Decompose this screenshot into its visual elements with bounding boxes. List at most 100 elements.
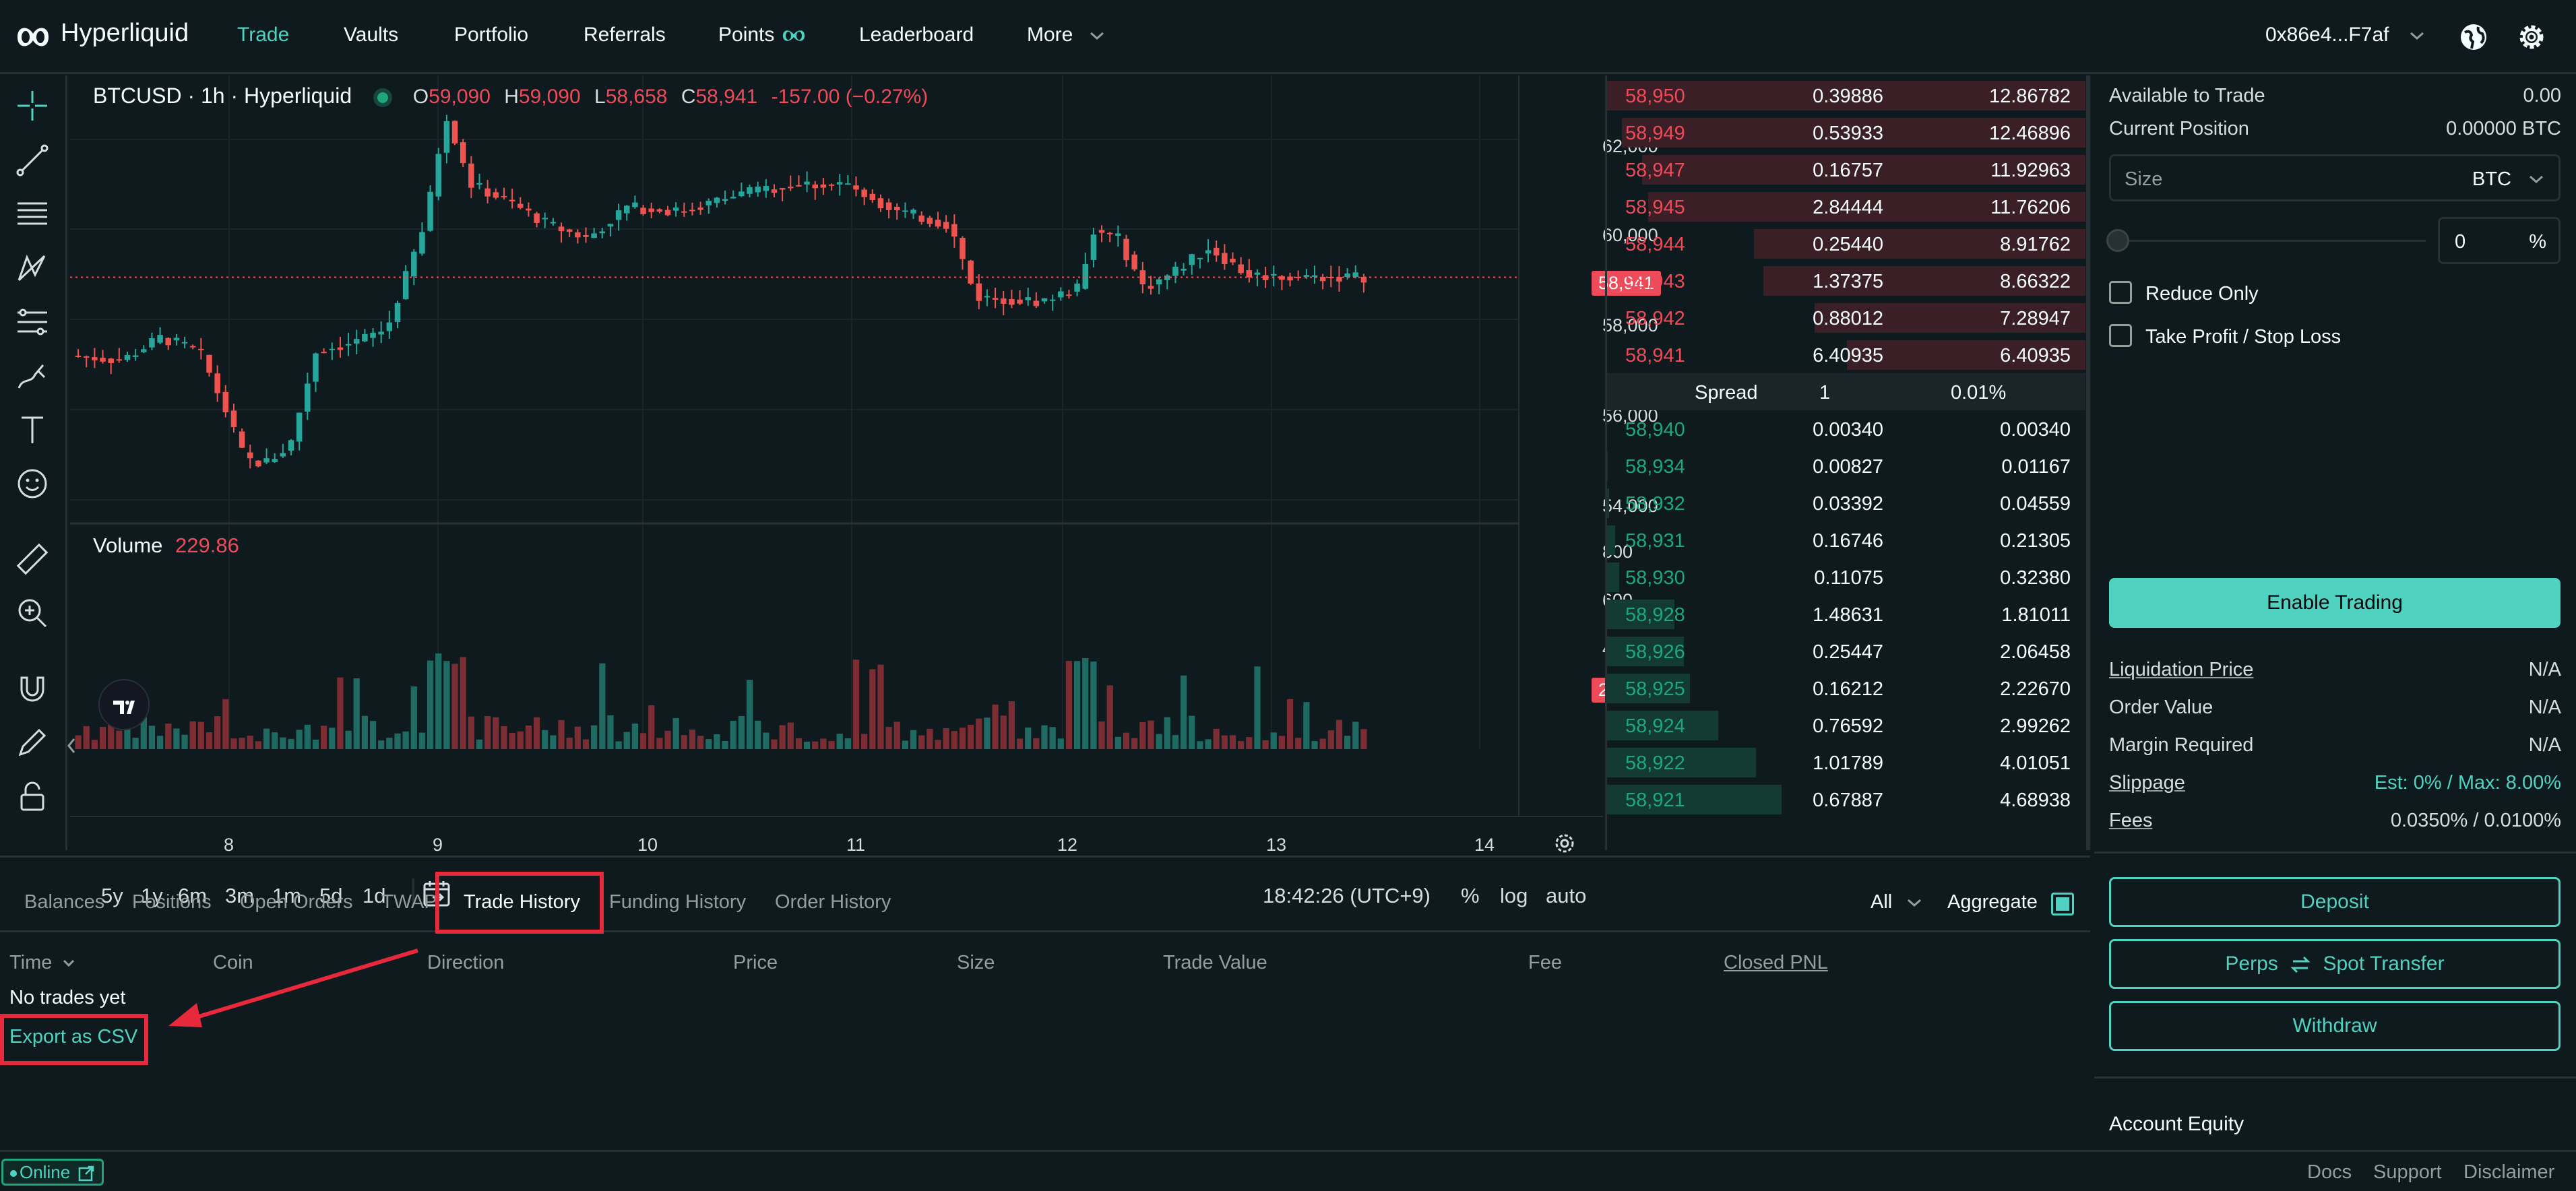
ask-row[interactable]: 58,943 1.37375 8.66322 bbox=[1607, 262, 2085, 299]
bid-row[interactable]: 58,924 0.76592 2.99262 bbox=[1607, 707, 2085, 744]
column-size: Size bbox=[957, 952, 995, 973]
prediction-tool[interactable] bbox=[13, 303, 51, 341]
hyperliquid-logo-icon[interactable] bbox=[15, 20, 51, 54]
tab-order-history[interactable]: Order History bbox=[775, 891, 891, 913]
tpsl-checkbox[interactable] bbox=[2109, 324, 2132, 347]
perps-spot-transfer-button[interactable]: Perps Spot Transfer bbox=[2109, 939, 2561, 989]
trend-line-tool[interactable] bbox=[13, 141, 51, 179]
ask-price: 58,941 bbox=[1625, 345, 1685, 366]
gear-icon[interactable] bbox=[2515, 20, 2548, 54]
size-unit-selector[interactable]: BTC bbox=[2472, 168, 2511, 191]
size-slider[interactable] bbox=[2106, 229, 2426, 252]
draw-mode-tool[interactable] bbox=[13, 723, 51, 761]
liquidation-price-label[interactable]: Liquidation Price bbox=[2109, 659, 2253, 680]
fib-tool[interactable] bbox=[13, 195, 51, 233]
ask-row[interactable]: 58,945 2.84444 11.76206 bbox=[1607, 188, 2085, 225]
reduce-only-checkbox[interactable] bbox=[2109, 281, 2132, 304]
nav-leaderboard[interactable]: Leaderboard bbox=[859, 24, 974, 46]
ask-row[interactable]: 58,950 0.39886 12.86782 bbox=[1607, 77, 2085, 114]
candle-body bbox=[910, 210, 916, 214]
volume-bar bbox=[116, 730, 123, 749]
fees-label[interactable]: Fees bbox=[2109, 810, 2152, 831]
wallet-address-button[interactable]: 0x86e4...F7af bbox=[2265, 24, 2426, 46]
column-time[interactable]: Time bbox=[9, 952, 76, 974]
chevron-down-icon bbox=[1090, 32, 1104, 40]
nav-points[interactable]: Points bbox=[718, 24, 807, 46]
external-link-icon bbox=[79, 1165, 94, 1182]
globe-icon[interactable] bbox=[2458, 22, 2489, 53]
candlestick-chart[interactable] bbox=[70, 75, 1603, 850]
volume-bar bbox=[926, 728, 933, 749]
reduce-only-label[interactable]: Reduce Only bbox=[2145, 283, 2259, 305]
brush-tool[interactable] bbox=[13, 357, 51, 395]
percent-input[interactable]: 0 % bbox=[2438, 217, 2561, 264]
size-input[interactable]: Size BTC bbox=[2109, 154, 2561, 201]
connection-status-badge[interactable]: Online bbox=[1, 1159, 104, 1186]
candle-body bbox=[648, 208, 654, 212]
emoji-tool[interactable] bbox=[13, 465, 51, 503]
aggregate-checkbox[interactable] bbox=[2051, 893, 2074, 915]
footer-disclaimer-link[interactable]: Disclaimer bbox=[2463, 1161, 2554, 1184]
bid-row[interactable]: 58,934 0.00827 0.01167 bbox=[1607, 447, 2085, 484]
text-tool[interactable] bbox=[13, 411, 51, 449]
lock-tool[interactable] bbox=[13, 777, 51, 815]
bid-row[interactable]: 58,926 0.25447 2.06458 bbox=[1607, 633, 2085, 670]
withdraw-button[interactable]: Withdraw bbox=[2109, 1001, 2561, 1051]
chevron-down-icon bbox=[1908, 899, 1922, 907]
tab-twap[interactable]: TWAP bbox=[381, 891, 437, 913]
tab-balances[interactable]: Balances bbox=[24, 891, 104, 913]
column-closed-pnl[interactable]: Closed PNL bbox=[1724, 952, 1828, 974]
crosshair-tool[interactable] bbox=[13, 87, 51, 125]
nav-referrals[interactable]: Referrals bbox=[584, 24, 666, 46]
price-chart[interactable]: BTCUSD · 1h · Hyperliquid O59,090 H59,09… bbox=[70, 75, 1661, 907]
slippage-label[interactable]: Slippage bbox=[2109, 772, 2185, 794]
nav-trade[interactable]: Trade bbox=[237, 24, 289, 46]
magnet-tool[interactable] bbox=[13, 670, 51, 707]
ask-row[interactable]: 58,941 6.40935 6.40935 bbox=[1607, 336, 2085, 373]
volume-bar bbox=[599, 663, 606, 749]
bid-row[interactable]: 58,932 0.03392 0.04559 bbox=[1607, 484, 2085, 521]
footer-docs-link[interactable]: Docs bbox=[2307, 1161, 2352, 1184]
slippage-value[interactable]: Est: 0% / Max: 8.00% bbox=[2375, 772, 2561, 794]
nav-vaults[interactable]: Vaults bbox=[344, 24, 398, 46]
volume-bar bbox=[1057, 738, 1064, 749]
tab-open-orders[interactable]: Open Orders bbox=[240, 891, 353, 913]
volume-bar bbox=[410, 686, 417, 749]
bid-row[interactable]: 58,931 0.16746 0.21305 bbox=[1607, 521, 2085, 558]
ask-total: 8.66322 bbox=[2000, 271, 2071, 292]
bid-row[interactable]: 58,930 0.11075 0.32380 bbox=[1607, 558, 2085, 596]
ask-row[interactable]: 58,944 0.25440 8.91762 bbox=[1607, 225, 2085, 262]
volume-bar bbox=[681, 735, 687, 749]
candle-body bbox=[263, 458, 270, 463]
volume-bar bbox=[795, 738, 803, 749]
bid-row[interactable]: 58,928 1.48631 1.81011 bbox=[1607, 596, 2085, 633]
bid-row[interactable]: 58,940 0.00340 0.00340 bbox=[1607, 410, 2085, 447]
ask-row[interactable]: 58,942 0.88012 7.28947 bbox=[1607, 299, 2085, 336]
slider-handle[interactable] bbox=[2106, 229, 2129, 252]
candle-body bbox=[534, 213, 540, 223]
footer-support-link[interactable]: Support bbox=[2373, 1161, 2442, 1184]
ask-row[interactable]: 58,947 0.16757 11.92963 bbox=[1607, 151, 2085, 188]
ask-price: 58,944 bbox=[1625, 234, 1685, 255]
pattern-tool[interactable] bbox=[13, 249, 51, 287]
tradingview-logo-icon[interactable] bbox=[98, 679, 150, 730]
bid-row[interactable]: 58,922 1.01789 4.01051 bbox=[1607, 744, 2085, 781]
nav-portfolio[interactable]: Portfolio bbox=[454, 24, 528, 46]
zoom-tool[interactable] bbox=[13, 594, 51, 632]
tab-funding-history[interactable]: Funding History bbox=[609, 891, 746, 913]
ruler-tool[interactable] bbox=[13, 540, 51, 578]
bid-row[interactable]: 58,925 0.16212 2.22670 bbox=[1607, 670, 2085, 707]
aggregate-label[interactable]: Aggregate bbox=[1947, 891, 2038, 913]
filter-dropdown[interactable]: All bbox=[1871, 891, 1923, 913]
ask-row[interactable]: 58,949 0.53933 12.46896 bbox=[1607, 114, 2085, 151]
tab-positions[interactable]: Positions bbox=[132, 891, 212, 913]
tpsl-label[interactable]: Take Profit / Stop Loss bbox=[2145, 326, 2341, 348]
bid-row[interactable]: 58,921 0.67887 4.68938 bbox=[1607, 781, 2085, 818]
candle-body bbox=[558, 226, 565, 232]
candle-body bbox=[305, 383, 311, 412]
nav-more[interactable]: More bbox=[1027, 24, 1106, 46]
deposit-button[interactable]: Deposit bbox=[2109, 877, 2561, 927]
brand-name[interactable]: Hyperliquid bbox=[61, 19, 189, 48]
enable-trading-button[interactable]: Enable Trading bbox=[2109, 578, 2561, 628]
chart-settings-icon[interactable] bbox=[1551, 830, 1578, 857]
